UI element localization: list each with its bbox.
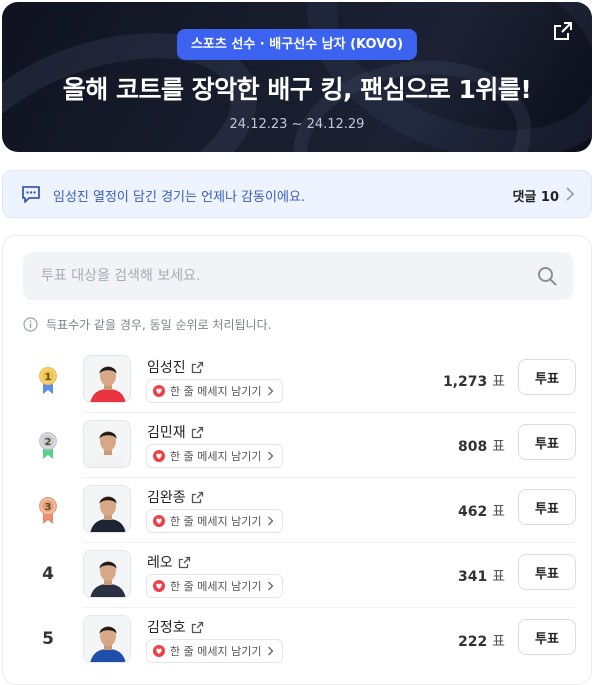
event-banner: 스포츠 선수 · 배구선수 남자 (KOVO) 올해 코트를 장악한 배구 킹,… (2, 2, 592, 152)
heart-icon (153, 450, 165, 462)
external-link-icon (191, 426, 203, 438)
vote-count: 1,273 표 (443, 371, 505, 391)
player-name-link[interactable]: 김완종 (147, 487, 204, 507)
chevron-right-icon (268, 386, 274, 396)
leave-message-button[interactable]: 한 줄 메세지 남기기 (146, 574, 284, 598)
gold-medal-icon: 1 (39, 367, 57, 394)
leave-message-label: 한 줄 메세지 남기기 (170, 645, 262, 658)
player-photo[interactable] (83, 615, 131, 663)
vote-unit: 표 (492, 569, 505, 585)
category-badge: 스포츠 선수 · 배구선수 남자 (KOVO) (176, 29, 418, 60)
leave-message-label: 한 줄 메세지 남기기 (170, 450, 262, 463)
player-avatar-icon (84, 486, 130, 532)
medal-rank-label: 2 (45, 437, 52, 448)
player-name: 김정호 (147, 620, 186, 636)
chevron-right-icon (566, 187, 575, 201)
player-avatar-icon (84, 421, 130, 467)
player-photo[interactable] (83, 420, 131, 468)
vote-count: 462 표 (458, 501, 505, 521)
search-box (23, 252, 573, 300)
medal-rank-label: 3 (45, 502, 52, 513)
silver-medal-icon: 2 (39, 432, 57, 459)
tie-notice: 득표수가 같을 경우, 동일 순위로 처리됩니다. (23, 316, 271, 333)
leave-message-button[interactable]: 한 줄 메세지 남기기 (146, 379, 284, 403)
chat-bubble-icon (22, 186, 40, 203)
vote-number: 462 (458, 504, 488, 520)
vote-number: 341 (458, 569, 488, 585)
leave-message-button[interactable]: 한 줄 메세지 남기기 (146, 444, 284, 468)
player-name-link[interactable]: 김민재 (147, 422, 204, 442)
vote-unit: 표 (492, 439, 505, 455)
vote-button[interactable]: 투표 (518, 619, 576, 655)
ranking-row: 1 임성진 한 줄 메세지 남기기 1,273 표 투표 (21, 349, 576, 413)
external-link-icon (191, 361, 203, 373)
vote-button[interactable]: 투표 (518, 424, 576, 460)
bronze-medal-icon: 3 (39, 497, 57, 524)
player-photo[interactable] (83, 485, 131, 533)
player-photo[interactable] (83, 355, 131, 403)
vote-number: 222 (458, 634, 488, 650)
medal-rank-label: 1 (45, 372, 52, 383)
ranking-row: 2 김민재 한 줄 메세지 남기기 808 표 투표 (21, 414, 576, 478)
vote-count: 341 표 (458, 566, 505, 586)
share-icon[interactable] (552, 20, 574, 42)
ranking-card: 득표수가 같을 경우, 동일 순위로 처리됩니다. 1 임성진 (2, 235, 592, 685)
player-name-link[interactable]: 레오 (147, 552, 191, 572)
comment-bar[interactable]: 임성진 열정이 담긴 경기는 언제나 감동이에요. 댓글 10 (2, 170, 592, 218)
player-photo[interactable] (83, 550, 131, 598)
external-link-icon (191, 621, 203, 633)
ranking-row: 3 김완종 한 줄 메세지 남기기 462 표 투표 (21, 479, 576, 543)
vote-count: 222 표 (458, 631, 505, 651)
player-name: 김완종 (147, 490, 186, 506)
comment-count: 댓글 10 (512, 190, 559, 205)
ranking-row: 5 김정호 한 줄 메세지 남기기 222 표 투표 (21, 609, 576, 673)
info-icon (23, 317, 38, 332)
player-name: 레오 (147, 555, 173, 571)
heart-icon (153, 515, 165, 527)
search-icon[interactable] (537, 266, 557, 286)
player-avatar-icon (84, 356, 130, 402)
player-name: 임성진 (147, 360, 186, 376)
vote-button[interactable]: 투표 (518, 554, 576, 590)
player-name: 김민재 (147, 425, 186, 441)
external-link-icon (178, 556, 190, 568)
banner-title: 올해 코트를 장악한 배구 킹, 팬심으로 1위를! (62, 75, 532, 104)
vote-count: 808 표 (458, 436, 505, 456)
player-avatar-icon (84, 616, 130, 662)
chevron-right-icon (268, 516, 274, 526)
vote-number: 808 (458, 439, 488, 455)
heart-icon (153, 580, 165, 592)
vote-button[interactable]: 투표 (518, 489, 576, 525)
notice-text: 득표수가 같을 경우, 동일 순위로 처리됩니다. (46, 318, 272, 332)
player-name-link[interactable]: 김정호 (147, 617, 204, 637)
vote-unit: 표 (492, 504, 505, 520)
leave-message-label: 한 줄 메세지 남기기 (170, 385, 262, 398)
leave-message-label: 한 줄 메세지 남기기 (170, 580, 262, 593)
vote-button[interactable]: 투표 (518, 359, 576, 395)
vote-unit: 표 (492, 374, 505, 390)
chevron-right-icon (268, 646, 274, 656)
vote-number: 1,273 (442, 374, 488, 390)
chevron-right-icon (268, 451, 274, 461)
heart-icon (153, 645, 165, 657)
player-name-link[interactable]: 임성진 (147, 357, 204, 377)
date-range: 24.12.23 ~ 24.12.29 (229, 117, 365, 132)
chevron-right-icon (268, 581, 274, 591)
heart-icon (153, 385, 165, 397)
player-avatar-icon (84, 551, 130, 597)
ranking-row: 4 레오 한 줄 메세지 남기기 341 표 투표 (21, 544, 576, 608)
vote-unit: 표 (492, 634, 505, 650)
rank-number: 5 (42, 629, 54, 649)
search-input[interactable] (23, 252, 573, 300)
leave-message-button[interactable]: 한 줄 메세지 남기기 (146, 639, 284, 663)
external-link-icon (191, 491, 203, 503)
featured-comment: 임성진 열정이 담긴 경기는 언제나 감동이에요. (53, 190, 306, 205)
leave-message-button[interactable]: 한 줄 메세지 남기기 (146, 509, 284, 533)
leave-message-label: 한 줄 메세지 남기기 (170, 515, 262, 528)
rank-number: 4 (42, 564, 54, 584)
